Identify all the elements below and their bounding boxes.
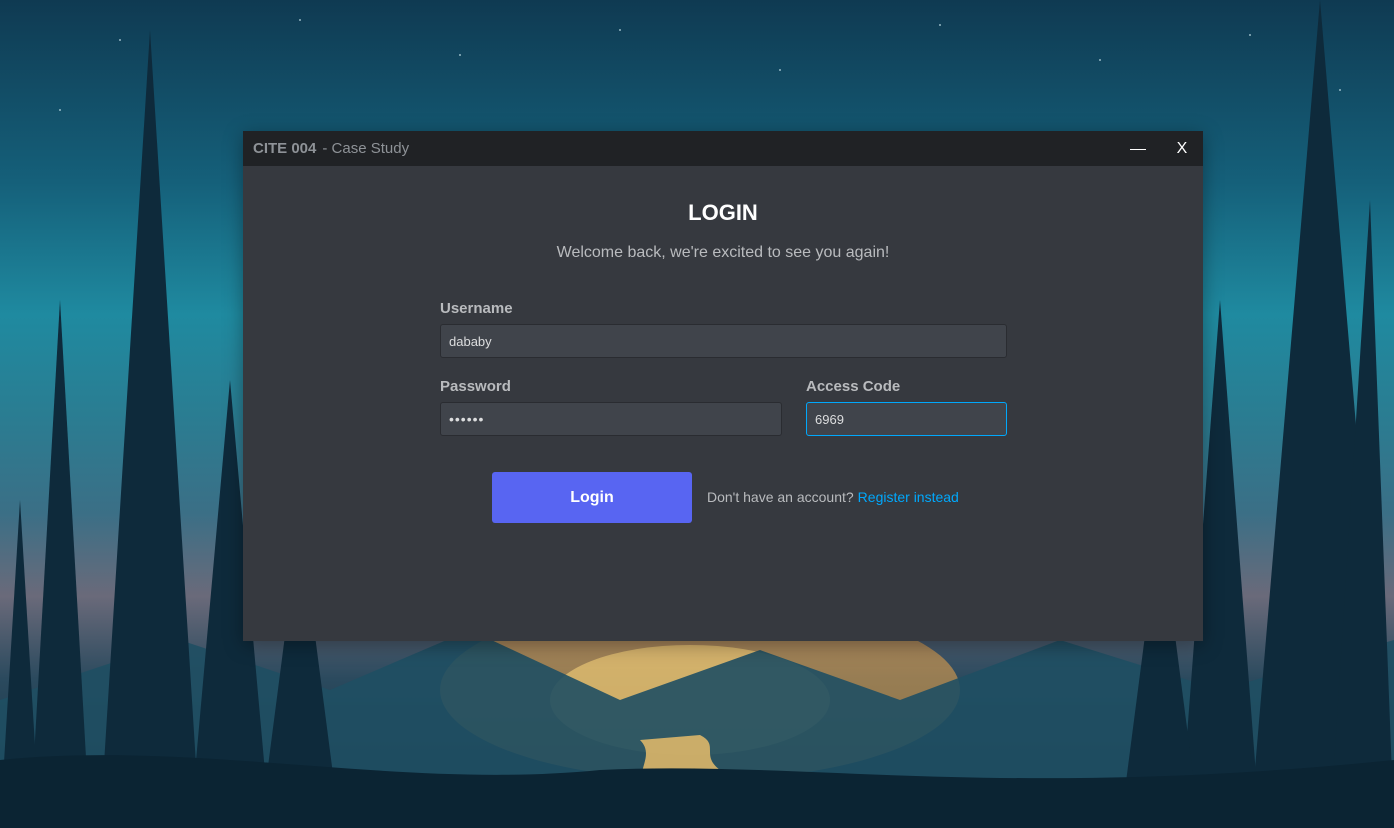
- username-input[interactable]: [440, 324, 1007, 358]
- title-bar[interactable]: CITE 004 - Case Study X: [243, 131, 1203, 166]
- register-prompt-row: Don't have an account? Register instead: [707, 489, 959, 505]
- password-label: Password: [440, 378, 511, 395]
- login-heading: LOGIN: [688, 200, 758, 225]
- minimize-button[interactable]: [1120, 131, 1156, 166]
- register-prompt-text: Don't have an account?: [707, 489, 854, 505]
- close-icon: X: [1176, 139, 1188, 157]
- password-input[interactable]: [440, 402, 782, 436]
- access-code-input[interactable]: [806, 402, 1007, 436]
- login-button[interactable]: Login: [492, 472, 692, 523]
- access-code-label: Access Code: [806, 378, 901, 395]
- app-subtitle: - Case Study: [322, 140, 410, 157]
- window-title: CITE 004 - Case Study: [253, 140, 409, 157]
- login-window: CITE 004 - Case Study X LOGIN Welcome bac…: [243, 131, 1203, 641]
- register-link[interactable]: Register instead: [858, 489, 959, 505]
- minimize-icon: [1130, 149, 1146, 150]
- welcome-message: Welcome back, we're excited to see you a…: [556, 244, 890, 261]
- app-name: CITE 004: [253, 140, 317, 157]
- username-label: Username: [440, 300, 513, 317]
- close-button[interactable]: X: [1164, 131, 1200, 166]
